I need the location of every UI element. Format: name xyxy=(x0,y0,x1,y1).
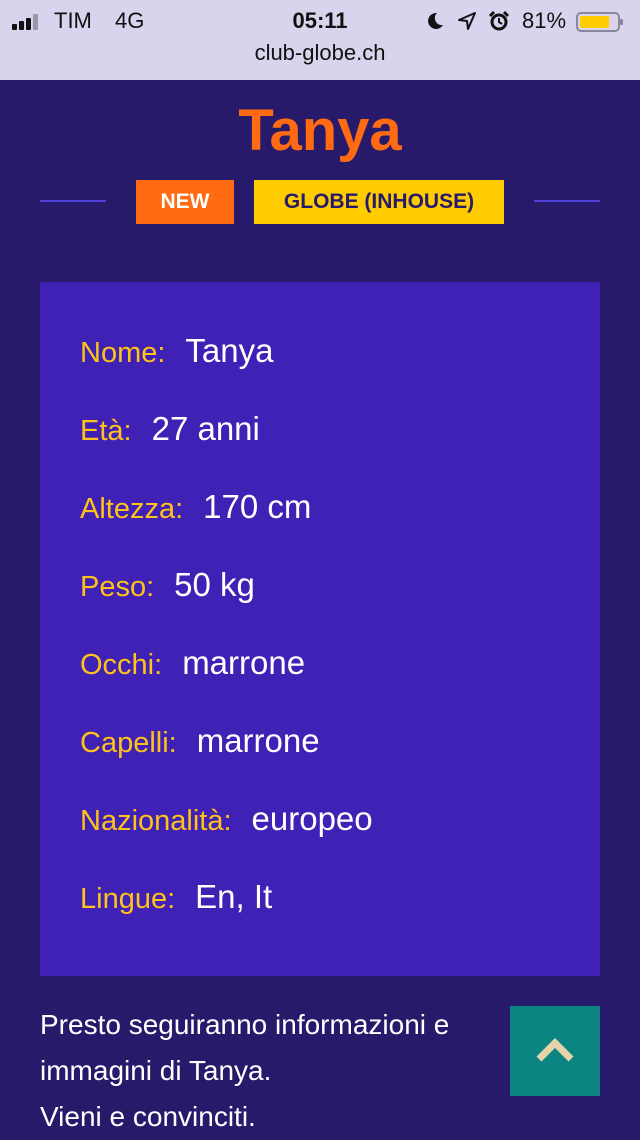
title-divider-right xyxy=(534,200,600,202)
location-arrow-icon xyxy=(458,12,476,30)
info-value: En, It xyxy=(195,878,273,915)
battery-percentage: 81% xyxy=(522,8,567,33)
carrier-name: TIM xyxy=(54,8,92,33)
address-bar-url[interactable]: club-globe.ch xyxy=(0,40,640,66)
network-type: 4G xyxy=(115,8,145,33)
description-line: Presto seguiranno informazioni e xyxy=(40,1009,450,1040)
info-value: 170 cm xyxy=(203,488,312,525)
profile-description: Presto seguiranno informazioni e immagin… xyxy=(40,1002,560,1140)
info-value: europeo xyxy=(251,800,373,837)
status-bar: TIM 4G 05:11 81% club-globe.ch xyxy=(0,0,640,80)
info-row-name: Nome: Tanya xyxy=(80,332,273,372)
status-row: TIM 4G 05:11 81% xyxy=(0,6,640,36)
scroll-to-top-button[interactable] xyxy=(510,1006,600,1096)
info-row-eyes: Occhi: marrone xyxy=(80,644,305,684)
info-row-hair: Capelli: marrone xyxy=(80,722,320,762)
info-row-languages: Lingue: En, It xyxy=(80,878,272,918)
info-value: 27 anni xyxy=(151,410,260,447)
info-label: Lingue: xyxy=(80,883,176,915)
new-badge: NEW xyxy=(136,180,234,224)
moon-icon xyxy=(428,12,443,29)
info-value: 50 kg xyxy=(174,566,255,603)
info-value: marrone xyxy=(182,644,306,681)
description-line: immagini di Tanya. xyxy=(40,1055,272,1086)
cell-signal-icon xyxy=(12,14,48,30)
info-label: Altezza: xyxy=(80,493,184,525)
battery-icon xyxy=(576,12,623,32)
info-label: Peso: xyxy=(80,571,155,603)
title-divider-left xyxy=(40,200,106,202)
page-title: Tanya xyxy=(238,98,402,163)
info-row-nationality: Nazionalità: europeo xyxy=(80,800,373,840)
description-line: Vieni e convinciti. xyxy=(40,1101,256,1132)
category-badge: GLOBE (INHOUSE) xyxy=(254,180,504,224)
info-label: Occhi: xyxy=(80,649,163,681)
info-row-weight: Peso: 50 kg xyxy=(80,566,255,606)
info-row-age: Età: 27 anni xyxy=(80,410,260,450)
clock: 05:11 xyxy=(292,8,348,33)
chevron-up-icon xyxy=(536,1038,574,1062)
info-value: Tanya xyxy=(185,332,274,369)
info-label: Nazionalità: xyxy=(80,805,232,837)
alarm-icon xyxy=(488,10,510,31)
info-label: Capelli: xyxy=(80,727,177,759)
status-icons xyxy=(424,10,514,32)
info-value: marrone xyxy=(196,722,320,759)
info-label: Nome: xyxy=(80,337,166,369)
info-row-height: Altezza: 170 cm xyxy=(80,488,311,528)
profile-info-card: Nome: Tanya Età: 27 anni Altezza: 170 cm Pe… xyxy=(40,282,600,976)
info-label: Età: xyxy=(80,415,132,447)
